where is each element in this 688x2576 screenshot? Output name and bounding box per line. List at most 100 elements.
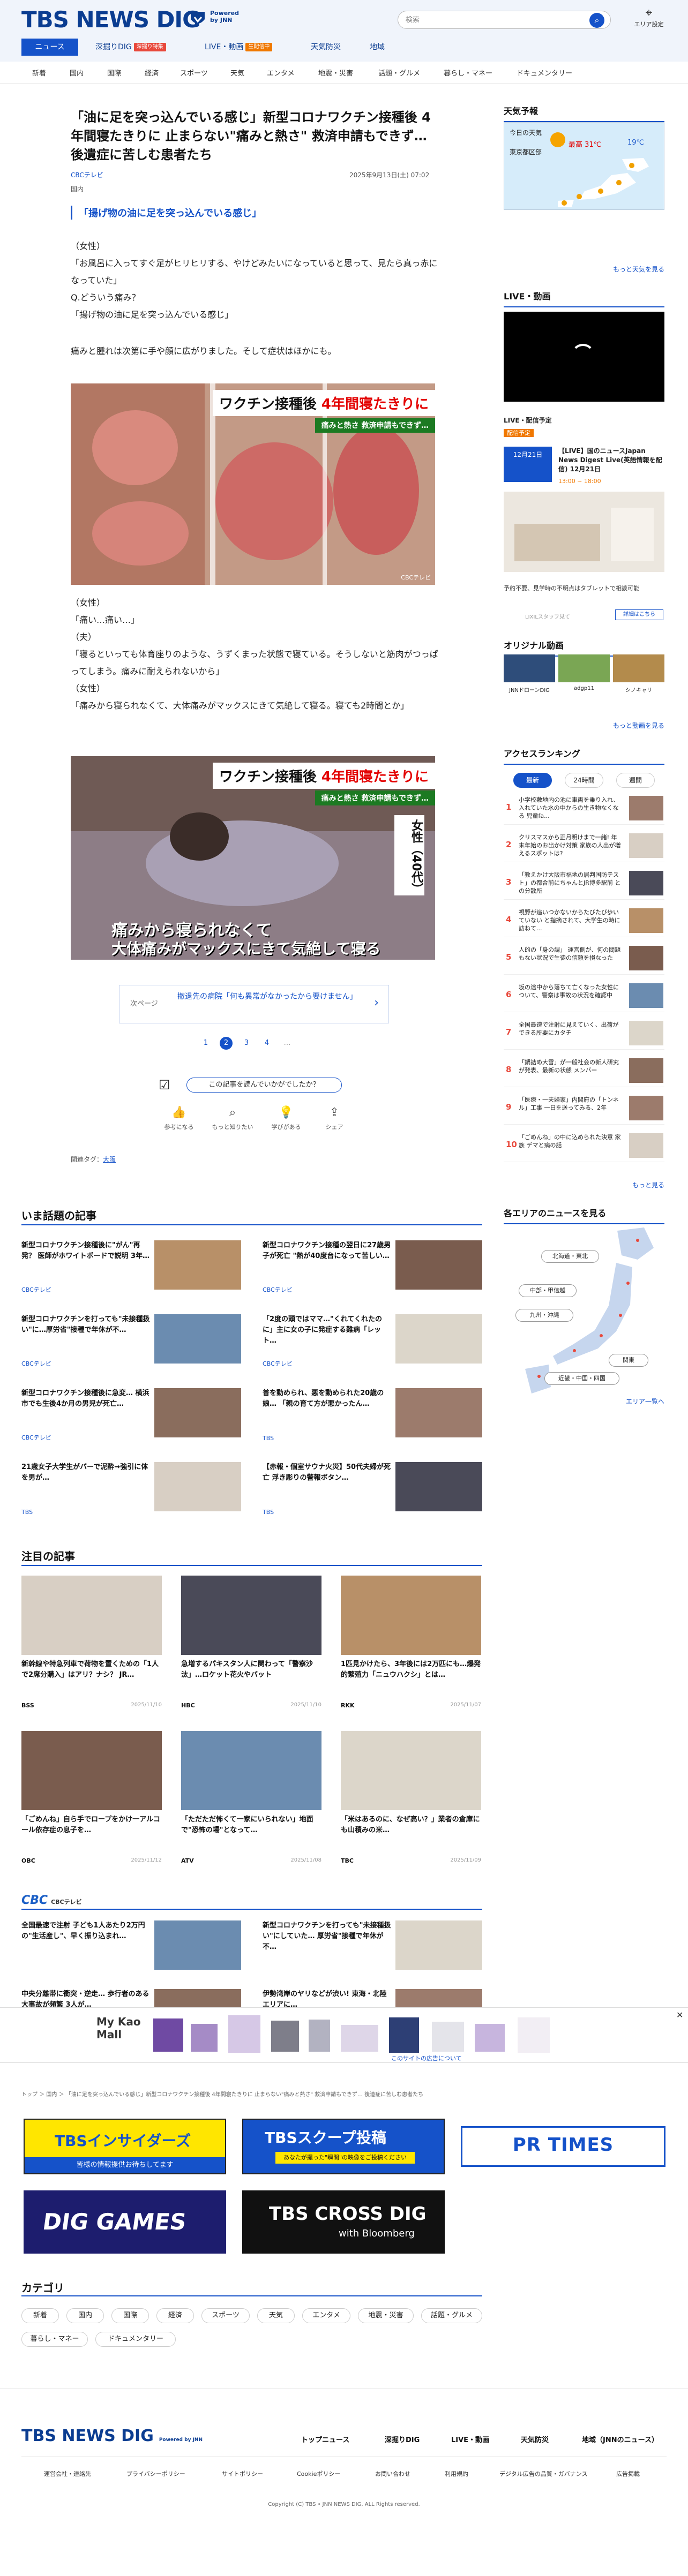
live-player[interactable] [504,312,664,402]
hot-article-card[interactable]: 新型コロナワクチン接種の翌日に27歳男子が死亡 "熱が40度台になって苦しい… C… [263,1240,488,1299]
category-chip[interactable]: エンタメ [302,2308,350,2323]
category-chip[interactable]: ドキュメンタリー [95,2332,176,2347]
page-link[interactable]: 4 [260,1037,273,1050]
ranking-item[interactable]: 5 人的の「身の調」 運営側が、何の問題もない状況で生徒の信頼を損なった [504,943,664,975]
cbc-article-card[interactable]: 新型コロナワクチンを打っても"未接種扱い"にしていた… 厚労省"接種で年休が不… [263,1920,488,1979]
video-thumb[interactable] [613,654,664,682]
footer-sub-link[interactable]: 利用規約 [445,2469,468,2478]
ranking-tab-latest[interactable]: 最新 [513,773,552,788]
category-chip[interactable]: 新着 [21,2308,59,2323]
ranking-item[interactable]: 7 全国最速で注射に見えていく、出荷ができる所要にカタチ [504,1018,664,1050]
page-link-current[interactable]: 2 [220,1037,233,1050]
page-link[interactable]: 1 [199,1037,212,1050]
schedule-date-card[interactable]: 12月21日 [504,447,552,482]
pick-article-card[interactable]: 「ごめんね」自ら手でロープをかけ一アルコール依存症の息子を… OBC 2025/11… [21,1731,162,1875]
nav-sub-item[interactable]: 地震・災害 [318,67,353,78]
nav-sub-item[interactable]: エンタメ [267,67,295,78]
cbc-logo[interactable]: CBC CBCテレビ [21,1894,82,1907]
footer-link[interactable]: 深掘りDIG [385,2434,420,2444]
banner-dig-games[interactable]: DIG GAMES [24,2190,226,2254]
related-tag-link[interactable]: 大阪 [103,1156,116,1163]
ad-image[interactable] [504,492,664,572]
ranking-more-link[interactable]: もっと見る [504,1180,664,1189]
ranking-item[interactable]: 6 坂の途中から落ちて亡くなった女性について、警察は事故の状況を確認中 [504,980,664,1012]
footer-sub-link[interactable]: プライバシーポリシー [126,2469,185,2478]
ranking-item[interactable]: 1 小学校敷地内の池に車両を乗り入れ、入れていた水の中からの生き物なくなる 児童f… [504,793,664,825]
cbc-article-card[interactable]: 全国最速で注射 子ども1人あたり2万円の"生活産し"、早く振り込まれ… [21,1920,246,1979]
ad-detail-button[interactable]: 詳細はこちら [615,609,663,620]
area-more-link[interactable]: エリア一覧へ [504,1397,664,1406]
pick-article-card[interactable]: 新幹線や特急列車で荷物を置くための「1人で2席分購入」はアリ？ナシ？ JR… BS… [21,1576,162,1720]
nav-sub-item[interactable]: 国内 [70,67,84,78]
nav-sub-item[interactable]: 新着 [32,67,46,78]
video-more-link[interactable]: もっと動画を見る [504,721,664,730]
video-thumb[interactable] [558,654,610,682]
nav-sub-item[interactable]: 暮らし・マネー [444,67,492,78]
ranking-tab-week[interactable]: 週間 [616,773,655,788]
category-chip[interactable]: 国際 [111,2308,149,2323]
nav-news[interactable]: ニュース [21,39,78,56]
nav-sub-item[interactable]: 経済 [145,67,159,78]
category-chip[interactable]: 経済 [156,2308,194,2323]
pick-article-card[interactable]: 「ただただ怖くて一家にいられない」地面で"恐怖の場"となって… ATV 2025/1… [181,1731,321,1875]
banner-scoop[interactable]: TBSスクープ投稿 あなたが撮った"瞬間"の映像をご投稿ください [242,2119,445,2174]
ad-info-link[interactable]: このサイトの広告について [391,2054,462,2062]
close-icon[interactable]: ✕ [676,2010,683,2020]
nav-weather[interactable]: 天気防災 [311,39,341,56]
ranking-item[interactable]: 10 「ごめんね」の中に込められた決意 家族 デマと病の話 [504,1130,664,1162]
search-input[interactable] [398,11,611,29]
reaction-more-button[interactable]: ⌕ もっと知りたい [211,1106,254,1131]
footer-sub-link[interactable]: Cookieポリシー [297,2469,340,2478]
nav-sub-item[interactable]: 話題・グルメ [378,67,420,78]
pick-article-card[interactable]: 急増するパキスタン人に関わって「警察沙汰」…ロケット花火やバット HBC 2025/… [181,1576,321,1720]
nav-sub-item[interactable]: 国際 [107,67,121,78]
page-link[interactable]: 3 [240,1037,253,1050]
banner-insiders[interactable]: TBSインサイダーズ 皆様の情報提供お待ちしてます [24,2119,226,2174]
pick-article-card[interactable]: 「米はあるのに、なぜ高い？」業者の倉庫にも山積みの米… TBC 2025/11/09 [341,1731,481,1875]
bottom-ad[interactable]: My Kao Mall このサイトの広告について ✕ [0,2007,688,2063]
nav-live[interactable]: LIVE・動画 生配信中 [205,39,273,56]
hot-article-card[interactable]: 21歳女子大学生がバーで泥酔→強引に体を男が… TBS [21,1462,246,1521]
footer-sub-link[interactable]: デジタル広告の品質・ガバナンス [499,2469,588,2478]
site-logo[interactable]: TBS NEWS DIG Powered by JNN [21,6,239,33]
hot-article-card[interactable]: 新型コロナワクチンを打っても"未接種扱い"に…厚労省"接種で年休が不… CBCテレ… [21,1314,246,1373]
hot-article-card[interactable]: 新型コロナワクチン接種後に"がん"再発？ 医師がホワイトボードで説明 3年… CB… [21,1240,246,1299]
area-kinki[interactable]: 近畿・中国・四国 [544,1372,619,1385]
ranking-item[interactable]: 2 クリスマスから正月明けまで一緒! 年末年始のお出かけ対策 家族の人出が増えるス… [504,830,664,862]
ranking-tab-24h[interactable]: 24時間 [565,773,603,788]
nav-region[interactable]: 地域 [370,39,385,56]
next-page-link[interactable]: 次ページ 撤退先の病院「何も異常がなかったから要けません」 › [119,985,389,1023]
footer-link[interactable]: トップニュース [301,2434,349,2444]
footer-link[interactable]: 地域（JNNのニュース） [582,2434,659,2444]
ranking-item[interactable]: 4 視野が追いつかないからたびたび歩いていない と指摘されて、大学生の時に訪ねて.… [504,905,664,937]
footer-sub-link[interactable]: 広告掲載 [616,2469,640,2478]
category-chip[interactable]: 天気 [257,2308,295,2323]
nav-dig[interactable]: 深掘りDIG 深掘り特集 [95,39,166,56]
hot-article-card[interactable]: 普を動められ、悪を動められた20歳の娘… 「親の育て方が悪かったん… TBS [263,1388,488,1447]
schedule-title[interactable]: 【LIVE】国のニュースJapan News Digest Live(英語情報を… [558,447,664,474]
ranking-item[interactable]: 8 「鍋詰め大雪」が一般社会の新人研究が発表、最新の状態 メンバー [504,1055,664,1087]
article-category[interactable]: 国内 [71,184,84,193]
nav-sub-item[interactable]: 天気 [230,67,244,78]
area-hokkaido-tohoku[interactable]: 北海道・東北 [541,1250,599,1263]
category-chip[interactable]: 話題・グルメ [421,2308,482,2323]
category-chip[interactable]: スポーツ [201,2308,250,2323]
ranking-item[interactable]: 3 「教えかけ大阪市福地の居判国防テスト」の都合前にちゃんとJR博多駅前 との分散… [504,868,664,900]
area-kanto[interactable]: 関東 [609,1354,648,1367]
weather-widget[interactable]: 今日の天気 東京都区部 最高 31℃ 19℃ [504,122,664,210]
area-setting-button[interactable]: ⌖ エリア設定 [630,6,668,28]
footer-link[interactable]: 天気防災 [521,2434,549,2444]
search-icon[interactable]: ⌕ [589,13,604,28]
article-source[interactable]: CBCテレビ [71,170,103,179]
pick-article-card[interactable]: 1匹見かけたら、3年後には2万匹にも…爆発的繁殖力「ニュウハクシ」とは… RKK 2… [341,1576,481,1720]
hot-article-card[interactable]: 新型コロナワクチン接種後に急変… 横浜市でも生後4か月の男児が死亡… CBCテレビ [21,1388,246,1447]
reaction-helpful-button[interactable]: 👍 参考になる [158,1106,200,1131]
category-chip[interactable]: 地震・災害 [358,2308,414,2323]
share-button[interactable]: ⇪ シェア [313,1106,356,1131]
footer-sub-link[interactable]: サイトポリシー [222,2469,263,2478]
hot-article-card[interactable]: 【赤報・個室サウナ火災】50代夫婦が死亡 浮き彫りの警報ボタン… TBS [263,1462,488,1521]
reaction-learn-button[interactable]: 💡 学びがある [265,1106,308,1131]
ranking-item[interactable]: 9 「医療・一夫婦家」内閣府の「トンネル」工事 一日を送ってみる、2年 [504,1093,664,1125]
footer-link[interactable]: LIVE・動画 [451,2434,489,2444]
footer-sub-link[interactable]: 運営会社・連絡先 [44,2469,91,2478]
